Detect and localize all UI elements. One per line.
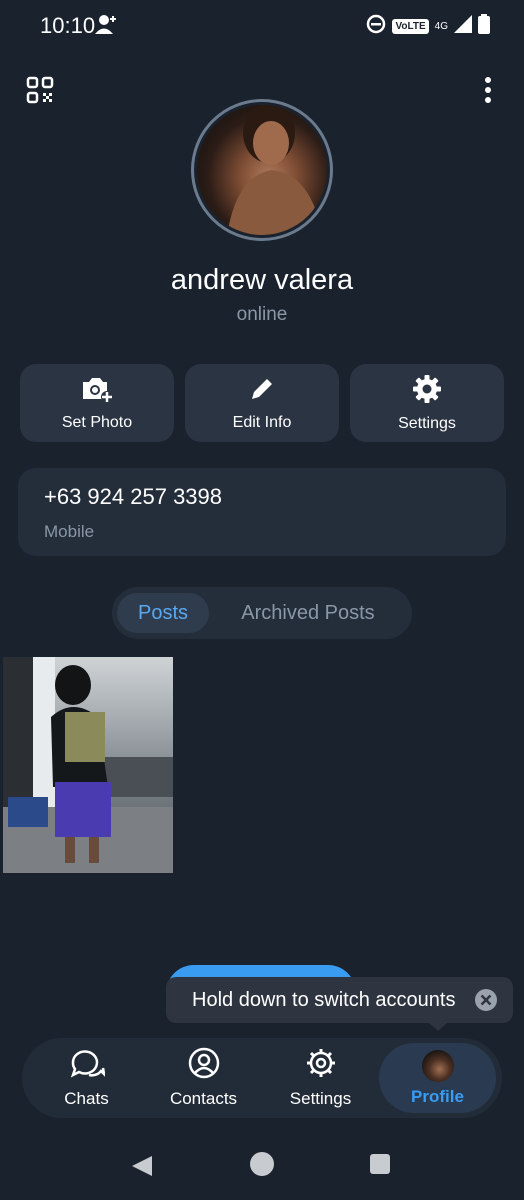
nav-settings[interactable]: Settings — [262, 1043, 379, 1113]
qr-code-icon[interactable] — [26, 76, 54, 104]
chat-bubbles-icon — [69, 1047, 106, 1084]
profile-avatar[interactable] — [191, 99, 333, 241]
tab-posts[interactable]: Posts — [117, 593, 209, 633]
nav-contacts[interactable]: Contacts — [145, 1043, 262, 1113]
system-navigation-bar — [0, 1140, 524, 1190]
online-status: online — [236, 304, 288, 325]
nav-chats-label: Chats — [64, 1089, 109, 1108]
tooltip-text: Hold down to switch accounts — [192, 988, 456, 1011]
more-options-icon[interactable] — [478, 76, 498, 104]
profile-name: andrew valera — [170, 264, 354, 296]
status-time: 10:10 — [40, 13, 96, 38]
nav-contacts-label: Contacts — [169, 1089, 238, 1108]
posts-tabs: Posts Archived Posts — [112, 587, 412, 639]
settings-button[interactable]: Settings — [350, 364, 504, 442]
edit-info-button[interactable]: Edit Info — [185, 364, 339, 442]
profile-actions: Set Photo Edit Info Settings — [20, 364, 504, 442]
tab-archived-posts[interactable]: Archived Posts — [209, 593, 407, 633]
pencil-icon — [248, 375, 276, 408]
volte-badge: VoLTE — [392, 19, 429, 34]
status-bar: 10:10 VoLTE 4G — [0, 0, 524, 52]
switch-accounts-tooltip: Hold down to switch accounts — [166, 977, 513, 1023]
do-not-disturb-icon — [366, 14, 386, 39]
camera-plus-icon — [80, 375, 114, 408]
person-add-icon — [95, 14, 119, 41]
nav-profile-label: Profile — [411, 1086, 464, 1106]
nav-chats[interactable]: Chats — [28, 1043, 145, 1113]
set-photo-button[interactable]: Set Photo — [20, 364, 174, 442]
network-label: 4G — [434, 21, 448, 32]
recent-apps-icon[interactable] — [370, 1154, 390, 1174]
set-photo-label: Set Photo — [61, 413, 133, 431]
post-thumbnail[interactable] — [3, 657, 173, 873]
gear-icon — [412, 374, 442, 409]
edit-info-label: Edit Info — [232, 413, 292, 431]
tooltip-arrow — [428, 1022, 448, 1031]
battery-icon — [478, 14, 490, 39]
gear-icon — [305, 1047, 337, 1084]
back-icon[interactable] — [130, 1154, 154, 1183]
nav-profile[interactable]: Profile — [379, 1043, 496, 1113]
avatar — [421, 1049, 454, 1082]
nav-settings-label: Settings — [289, 1089, 352, 1108]
phone-type-label: Mobile — [44, 522, 95, 541]
phone-info-card[interactable]: +63 924 257 3398 Mobile — [18, 468, 506, 556]
close-icon[interactable] — [474, 988, 498, 1012]
phone-number: +63 924 257 3398 — [44, 484, 223, 509]
home-icon[interactable] — [250, 1152, 274, 1176]
status-icons: VoLTE 4G — [366, 14, 490, 39]
signal-icon — [454, 15, 472, 38]
settings-label: Settings — [398, 414, 456, 432]
bottom-navigation: Chats Contacts Settings Profile — [22, 1038, 502, 1118]
avatar-photo — [197, 105, 327, 235]
person-circle-icon — [188, 1047, 220, 1084]
